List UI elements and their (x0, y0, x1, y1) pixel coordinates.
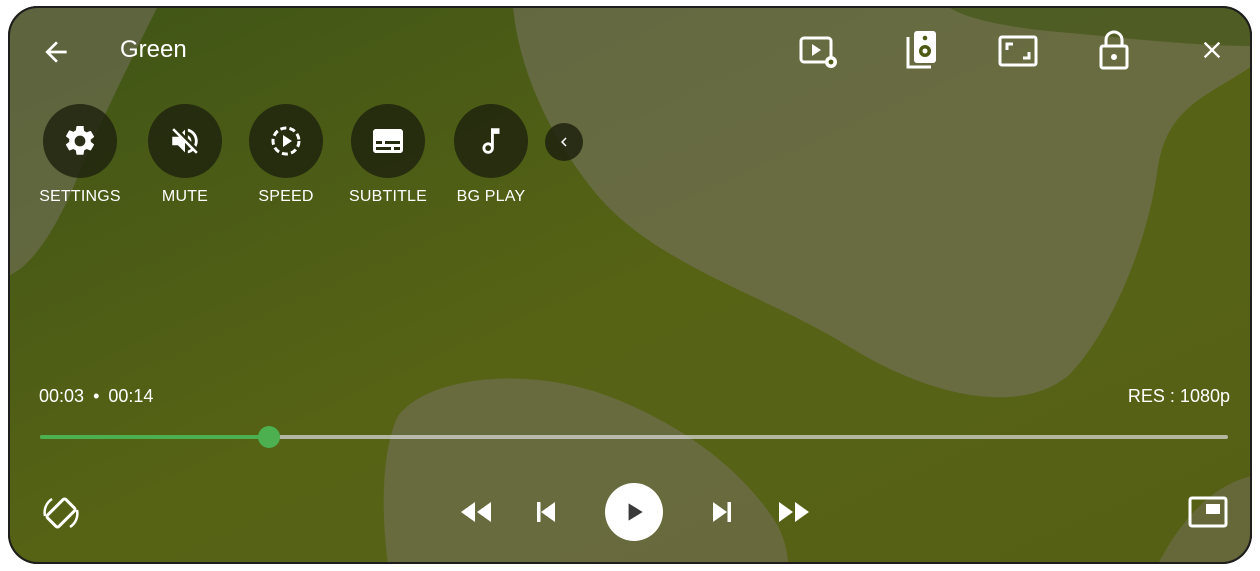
time-separator: • (93, 386, 100, 406)
video-player[interactable]: Green SETTINGS MUTE SPEED SUBTITLE BG PL… (8, 6, 1252, 564)
collapse-quick-actions-button[interactable] (545, 123, 583, 161)
video-title: Green (120, 36, 187, 63)
back-button[interactable] (36, 32, 76, 72)
chevron-left-icon (561, 137, 567, 147)
subtitle-icon (373, 129, 403, 153)
music-note-icon (482, 128, 500, 154)
audio-output-button[interactable] (902, 28, 942, 72)
lock-icon (1099, 30, 1129, 70)
skip-next-icon (713, 502, 731, 522)
volume-off-icon (172, 128, 198, 154)
settings-label: SETTINGS (39, 188, 121, 205)
quick-action-subtitle[interactable]: SUBTITLE (338, 104, 438, 206)
duration: 00:14 (108, 386, 154, 406)
video-frame-background (8, 6, 1252, 564)
quick-action-settings[interactable]: SETTINGS (30, 104, 130, 206)
picture-in-picture-button[interactable] (1186, 492, 1230, 532)
play-icon (628, 503, 643, 521)
speed-button[interactable] (249, 104, 323, 178)
screen-rotation-icon (43, 497, 79, 529)
fast-forward-icon (779, 502, 809, 522)
rewind-icon (461, 502, 491, 522)
settings-button[interactable] (43, 104, 117, 178)
rotate-screen-button[interactable] (38, 490, 84, 536)
fast-forward-button[interactable] (774, 494, 814, 530)
skip-previous-icon (537, 502, 555, 522)
bg-play-label: BG PLAY (456, 188, 526, 205)
quick-action-mute[interactable]: MUTE (135, 104, 235, 206)
quick-action-speed[interactable]: SPEED (236, 104, 336, 206)
previous-button[interactable] (528, 494, 564, 530)
gear-icon (65, 125, 95, 155)
video-settings-icon (799, 36, 837, 68)
speed-label: SPEED (258, 188, 314, 205)
aspect-ratio-button[interactable] (996, 32, 1040, 70)
aspect-ratio-icon (998, 35, 1038, 67)
arrow-left-icon (45, 41, 67, 63)
seek-bar[interactable] (40, 426, 1228, 448)
seek-bar-progress (40, 435, 270, 439)
bg-play-button[interactable] (454, 104, 528, 178)
next-button[interactable] (704, 494, 740, 530)
mute-label: MUTE (161, 188, 209, 205)
current-time: 00:03 (39, 386, 85, 406)
subtitle-label: SUBTITLE (348, 188, 428, 205)
mute-button[interactable] (148, 104, 222, 178)
rewind-button[interactable] (456, 494, 496, 530)
lock-button[interactable] (1096, 28, 1132, 72)
player-settings-button[interactable] (798, 30, 842, 74)
play-button[interactable] (604, 482, 664, 542)
subtitle-button[interactable] (351, 104, 425, 178)
quick-action-bg-play[interactable]: BG PLAY (441, 104, 541, 206)
picture-in-picture-icon (1188, 496, 1228, 528)
speaker-icon (906, 31, 936, 69)
speed-icon (271, 126, 301, 156)
resolution-label: RES : 1080p (1127, 386, 1230, 406)
close-icon (1203, 41, 1221, 59)
time-display: 00:03 • 00:14 (39, 386, 153, 407)
close-button[interactable] (1194, 32, 1230, 68)
play-button-circle[interactable] (605, 483, 663, 541)
